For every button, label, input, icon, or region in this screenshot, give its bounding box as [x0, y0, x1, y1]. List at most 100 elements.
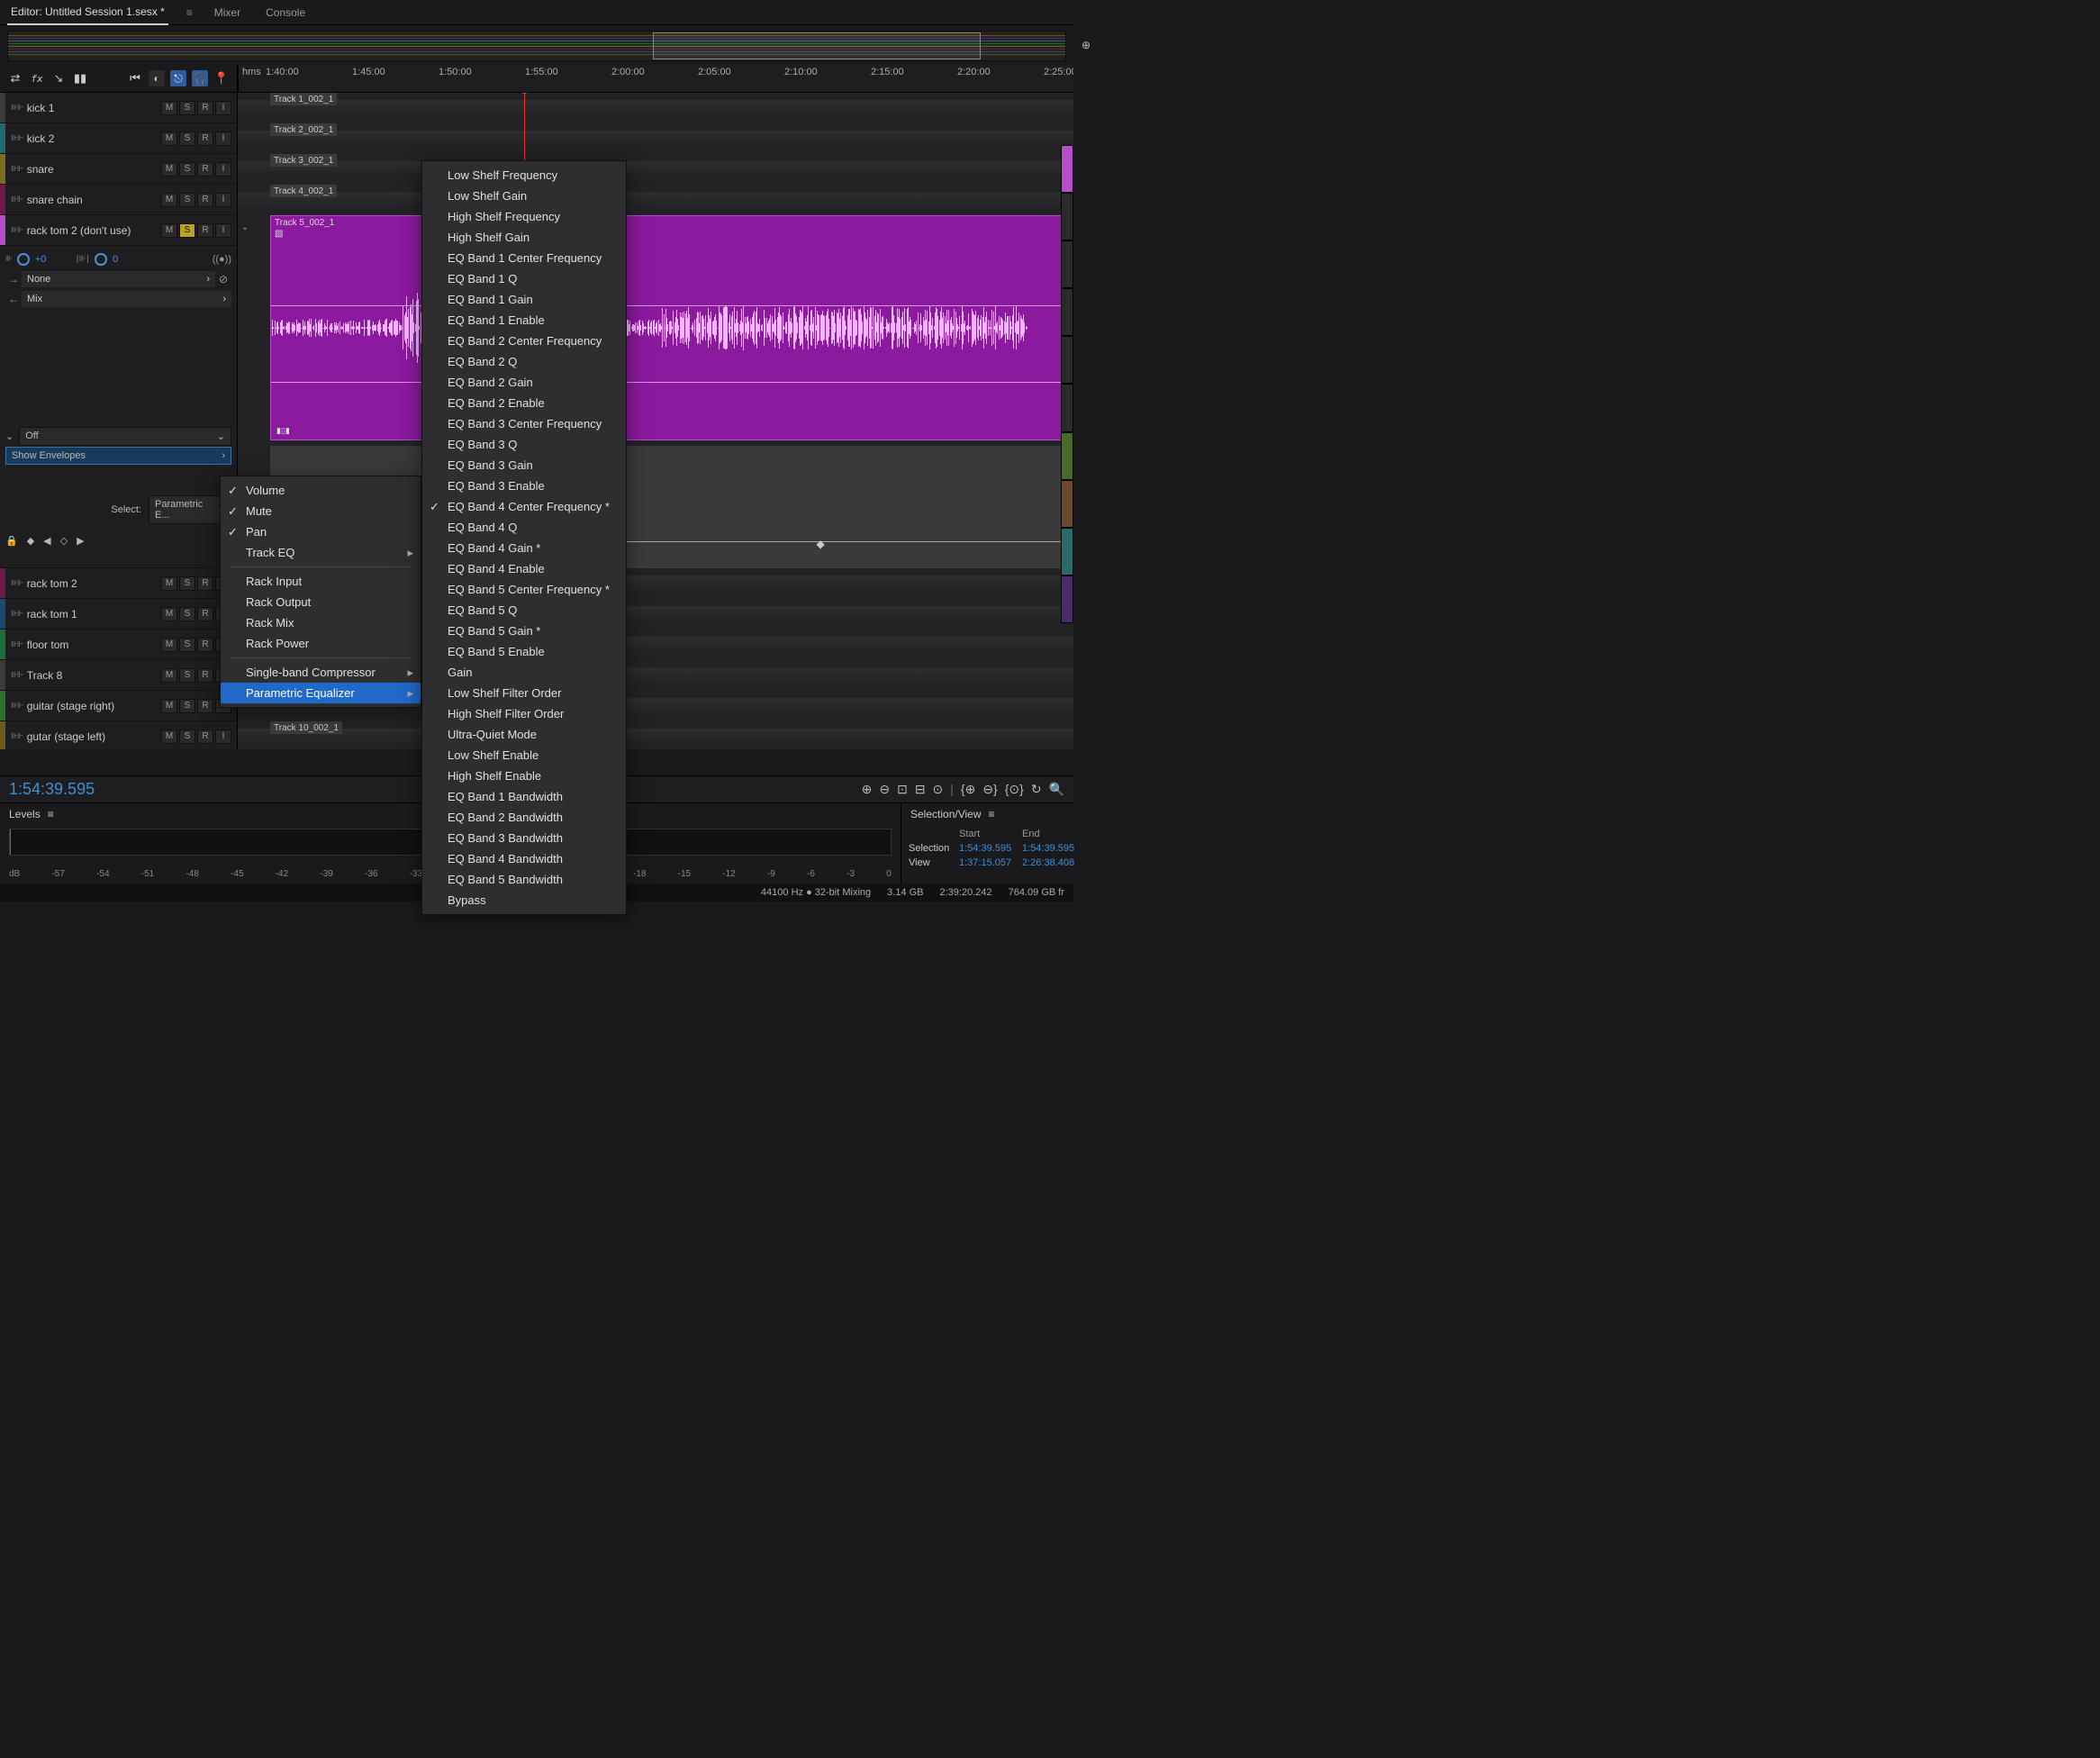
phase-icon[interactable]: ⊘ [215, 273, 231, 285]
mute-button[interactable]: M [161, 576, 177, 591]
track-name[interactable]: ⊪⊩floor tom [5, 639, 161, 651]
pan-knob[interactable] [95, 253, 107, 266]
zoom-sel-icon[interactable]: ⊟ [915, 782, 926, 797]
bars-icon[interactable]: ▮▮ [72, 70, 88, 86]
view-end-value[interactable]: 2:26:38.408 [1022, 856, 1085, 870]
solo-button[interactable]: S [179, 101, 195, 115]
tab-editor-menu-icon[interactable]: ≡ [186, 6, 193, 19]
menu-single-band-compressor[interactable]: Single-band Compressor▸ [221, 662, 421, 683]
track-name[interactable]: ⊪⊩guitar (stage right) [5, 700, 161, 712]
audio-clip-selected[interactable]: Track 5_002_1 ▧ ▮▯▮ [270, 215, 1073, 440]
menu-track-eq[interactable]: Track EQ▸ [221, 542, 421, 563]
input-routing[interactable]: None› [22, 271, 215, 287]
panel-menu-icon[interactable]: ≡ [48, 808, 54, 820]
swap-icon[interactable]: ⇄ [7, 70, 23, 86]
zoom-vert-fit-icon[interactable]: {⊙} [1005, 782, 1024, 797]
tab-mixer[interactable]: Mixer [211, 1, 244, 24]
view-start-value[interactable]: 1:37:15.057 [959, 856, 1022, 870]
tab-console[interactable]: Console [262, 1, 309, 24]
mute-button[interactable]: M [161, 193, 177, 207]
keyframe-back-icon[interactable]: ◀ [43, 535, 50, 547]
mute-button[interactable]: M [161, 699, 177, 713]
submenu-item[interactable]: EQ Band 4 Enable [422, 558, 626, 579]
tab-editor[interactable]: Editor: Untitled Session 1.sesx * [7, 0, 168, 25]
track-lane[interactable]: an ⌄ Track 2_002_1 [238, 123, 1073, 154]
menu-rack-mix[interactable]: Rack Mix [221, 612, 421, 633]
submenu-item[interactable]: Low Shelf Gain [422, 186, 626, 206]
submenu-item[interactable]: EQ Band 1 Q [422, 268, 626, 289]
mute-button[interactable]: M [161, 729, 177, 744]
track-name[interactable]: ⊪⊩rack tom 1 [5, 608, 161, 621]
timecode-display[interactable]: 1:54:39.595 [0, 780, 234, 799]
submenu-item[interactable]: High Shelf Frequency [422, 206, 626, 227]
zoom-fit-icon[interactable]: ⊡ [897, 782, 908, 797]
solo-button[interactable]: S [179, 638, 195, 652]
submenu-item[interactable]: EQ Band 5 Center Frequency * [422, 579, 626, 600]
menu-rack-input[interactable]: Rack Input [221, 571, 421, 592]
solo-button[interactable]: S [179, 607, 195, 621]
snap-icon[interactable]: ⎋ [170, 70, 186, 86]
submenu-item[interactable]: EQ Band 4 Q [422, 517, 626, 538]
submenu-item[interactable]: EQ Band 3 Gain [422, 455, 626, 476]
keyframe-diamond-icon[interactable]: ◆ [817, 538, 825, 550]
submenu-item[interactable]: EQ Band 4 Bandwidth [422, 848, 626, 869]
keyframe-add-icon[interactable]: ◇ [60, 535, 68, 547]
input-monitor-button[interactable]: I [215, 729, 231, 744]
input-monitor-button[interactable]: I [215, 223, 231, 238]
pin-icon[interactable]: 📍 [213, 70, 230, 86]
zoom-vert-in-icon[interactable]: {⊕ [961, 782, 975, 797]
record-button[interactable]: R [197, 101, 213, 115]
menu-rack-output[interactable]: Rack Output [221, 592, 421, 612]
record-button[interactable]: R [197, 193, 213, 207]
record-button[interactable]: R [197, 699, 213, 713]
solo-button[interactable]: S [179, 668, 195, 683]
input-monitor-button[interactable]: I [215, 193, 231, 207]
solo-button[interactable]: S [179, 193, 195, 207]
submenu-item[interactable]: EQ Band 2 Center Frequency [422, 331, 626, 351]
record-button[interactable]: R [197, 162, 213, 177]
solo-button[interactable]: S [179, 162, 195, 177]
track-lane[interactable]: an ⌄ Track 3_002_1 [238, 154, 1073, 185]
menu-volume[interactable]: ✓Volume [221, 480, 421, 501]
submenu-item[interactable]: EQ Band 3 Bandwidth [422, 828, 626, 848]
submenu-item[interactable]: EQ Band 3 Center Frequency [422, 413, 626, 434]
zoom-vert-out-icon[interactable]: ⊖} [982, 782, 997, 797]
mute-button[interactable]: M [161, 131, 177, 146]
submenu-item[interactable]: EQ Band 2 Bandwidth [422, 807, 626, 828]
menu-parametric-equalizer[interactable]: Parametric Equalizer▸ [221, 683, 421, 703]
submenu-item[interactable]: EQ Band 2 Gain [422, 372, 626, 393]
record-button[interactable]: R [197, 729, 213, 744]
submenu-item[interactable]: EQ Band 2 Enable [422, 393, 626, 413]
submenu-item[interactable]: Low Shelf Frequency [422, 165, 626, 186]
solo-button[interactable]: S [179, 223, 195, 238]
submenu-item[interactable]: EQ Band 5 Q [422, 600, 626, 621]
keyframe-fwd-icon[interactable]: ▶ [77, 535, 84, 547]
automation-expand-icon[interactable]: ⌄ [5, 430, 14, 442]
submenu-item[interactable]: EQ Band 2 Q [422, 351, 626, 372]
submenu-item[interactable]: ✓EQ Band 4 Center Frequency * [422, 496, 626, 517]
lock-icon[interactable]: 🔒 [5, 535, 18, 547]
track-name[interactable]: ⊪⊩Track 8 [5, 669, 161, 682]
pan-value[interactable]: 0 [113, 254, 118, 265]
track-name[interactable]: ⊪⊩gutar (stage left) [5, 730, 161, 743]
loop-icon[interactable]: ↻ [1031, 782, 1042, 797]
submenu-item[interactable]: High Shelf Filter Order [422, 703, 626, 724]
record-button[interactable]: R [197, 223, 213, 238]
submenu-item[interactable]: Bypass [422, 890, 626, 911]
overview-visible-region[interactable] [653, 32, 981, 59]
submenu-item[interactable]: EQ Band 3 Enable [422, 476, 626, 496]
fx-icon[interactable]: fx [29, 70, 45, 86]
solo-button[interactable]: S [179, 699, 195, 713]
submenu-item[interactable]: High Shelf Enable [422, 766, 626, 786]
overview-zoom-icon[interactable]: ⊕ [1082, 39, 1091, 51]
submenu-item[interactable]: EQ Band 5 Enable [422, 641, 626, 662]
submenu-item[interactable]: Ultra-Quiet Mode [422, 724, 626, 745]
submenu-item[interactable]: Low Shelf Enable [422, 745, 626, 766]
input-monitor-button[interactable]: I [215, 101, 231, 115]
panel-menu-icon[interactable]: ≡ [989, 808, 995, 820]
solo-button[interactable]: S [179, 729, 195, 744]
headphones-icon[interactable]: 🎧 [192, 70, 208, 86]
zoom-out-icon[interactable]: ⊖ [879, 782, 890, 797]
overview-strip[interactable]: ⊕ [7, 31, 1066, 61]
zoom-in-icon[interactable]: ⊕ [862, 782, 873, 797]
